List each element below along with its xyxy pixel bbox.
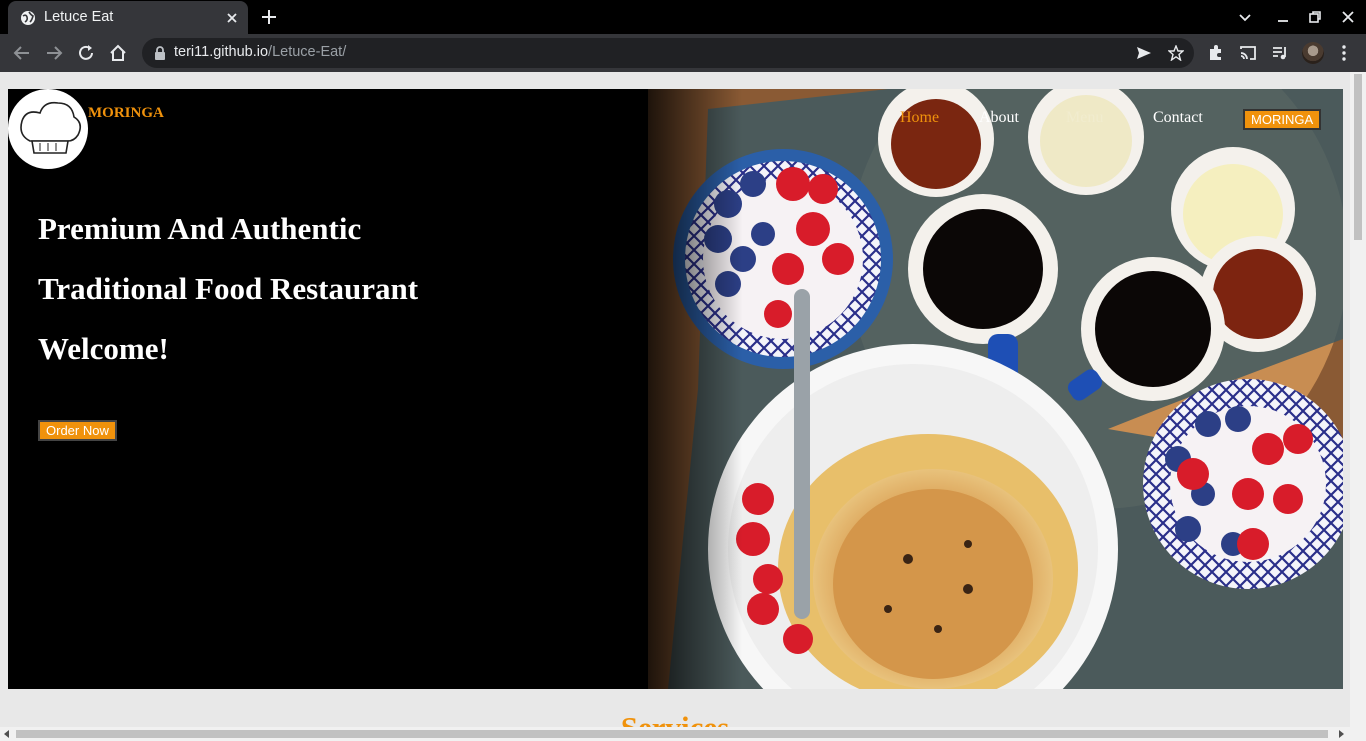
hero-headline-line-1: Premium And Authentic: [38, 211, 362, 246]
nav-menu[interactable]: Menu: [1066, 109, 1103, 127]
vertical-scrollbar[interactable]: [1350, 72, 1366, 727]
new-tab-icon[interactable]: [260, 8, 278, 26]
lock-icon[interactable]: [154, 46, 166, 60]
vertical-scrollbar-thumb[interactable]: [1354, 74, 1362, 240]
chef-hat-icon: [20, 101, 82, 154]
menu-dots-icon[interactable]: [1335, 44, 1353, 62]
media-control-icon[interactable]: [1271, 44, 1289, 62]
nav-home[interactable]: Home: [900, 109, 939, 127]
site-brand[interactable]: MORINGA: [88, 105, 164, 122]
order-now-button[interactable]: Order Now: [38, 420, 117, 441]
address-bar[interactable]: teri11.github.io/Letuce-Eat/: [142, 38, 1194, 68]
horizontal-scrollbar[interactable]: [0, 727, 1366, 741]
hero-section: MORINGA Home About Menu Contact MORINGA …: [8, 89, 1343, 689]
close-tab-icon[interactable]: [224, 10, 240, 26]
back-icon[interactable]: [13, 44, 31, 62]
close-window-icon[interactable]: [1341, 10, 1355, 24]
cast-icon[interactable]: [1239, 44, 1257, 62]
url-host: teri11.github.io: [174, 44, 269, 60]
hero-headline-line-2: Traditional Food Restaurant: [38, 271, 419, 306]
home-icon[interactable]: [109, 44, 127, 62]
tab-search-chevron-icon[interactable]: [1238, 10, 1252, 24]
profile-avatar[interactable]: [1302, 42, 1324, 64]
browser-tab-strip: Letuce Eat: [0, 0, 1366, 34]
site-logo[interactable]: [8, 89, 88, 169]
reload-icon[interactable]: [77, 44, 95, 62]
tab-title: Letuce Eat: [44, 9, 114, 25]
forward-icon[interactable]: [45, 44, 63, 62]
globe-icon: [21, 11, 35, 25]
restore-icon[interactable]: [1308, 10, 1322, 24]
url-text[interactable]: teri11.github.io/Letuce-Eat/: [174, 44, 346, 60]
nav-contact[interactable]: Contact: [1153, 109, 1203, 127]
url-path: /Letuce-Eat/: [268, 44, 347, 60]
minimize-icon[interactable]: [1276, 10, 1290, 24]
services-heading: Services: [0, 710, 1350, 727]
browser-tab[interactable]: Letuce Eat: [8, 1, 248, 34]
scroll-left-arrow-icon[interactable]: [3, 730, 11, 738]
nav-about[interactable]: About: [979, 109, 1019, 127]
horizontal-scrollbar-thumb[interactable]: [16, 730, 1328, 738]
scroll-right-arrow-icon[interactable]: [1337, 730, 1345, 738]
star-icon[interactable]: [1168, 45, 1184, 61]
extensions-icon[interactable]: [1207, 44, 1225, 62]
hero-headline-line-3: Welcome!: [38, 331, 169, 366]
nav-cta-button[interactable]: MORINGA: [1243, 109, 1322, 130]
browser-toolbar: teri11.github.io/Letuce-Eat/: [0, 34, 1366, 72]
hero-background-photo: [8, 89, 1343, 689]
send-icon[interactable]: [1136, 45, 1152, 61]
page-viewport: MORINGA Home About Menu Contact MORINGA …: [0, 72, 1350, 727]
